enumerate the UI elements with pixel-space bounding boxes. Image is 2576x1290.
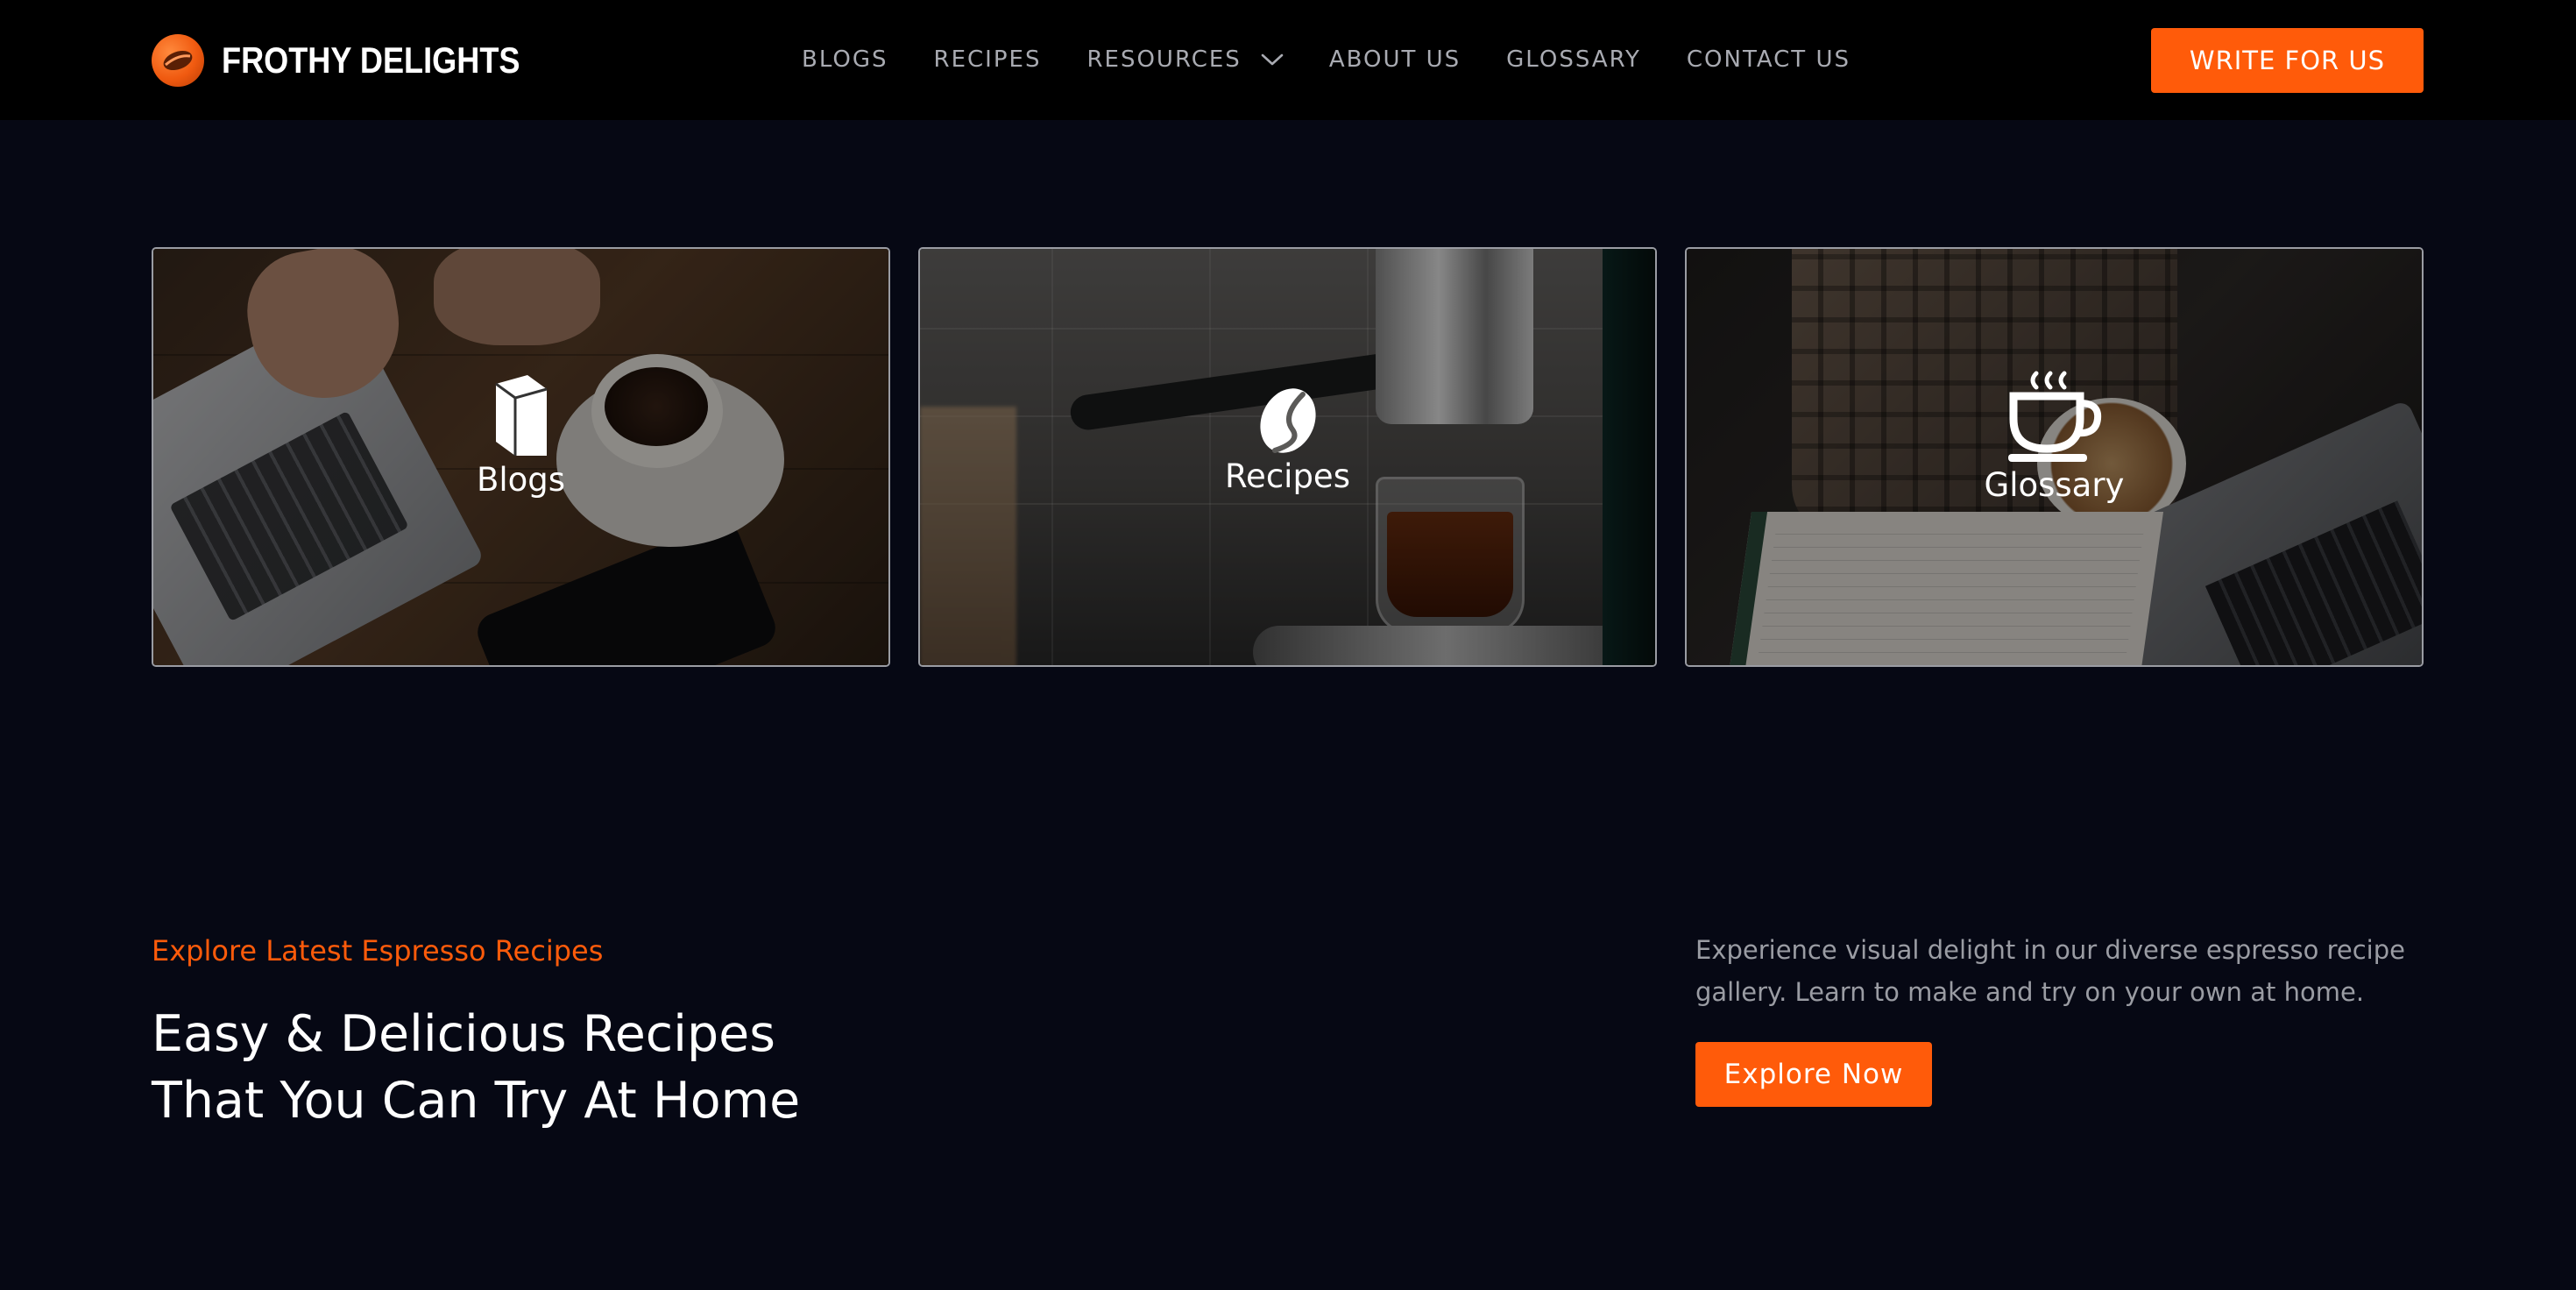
nav-item-blogs[interactable]: BLOGS xyxy=(802,46,888,73)
section-eyebrow: Explore Latest Espresso Recipes xyxy=(152,934,604,968)
card-blogs-content: Blogs xyxy=(153,372,888,499)
brand-name: FROTHY DELIGHTS xyxy=(222,39,520,81)
card-recipes-label: Recipes xyxy=(1225,457,1350,495)
coffee-bean-icon xyxy=(1259,388,1316,453)
card-recipes[interactable]: Recipes xyxy=(918,247,1657,667)
headline-line-2: That You Can Try At Home xyxy=(152,1072,801,1130)
brand-logo[interactable]: FROTHY DELIGHTS xyxy=(152,33,569,88)
nav-item-resources-label: RESOURCES xyxy=(1086,46,1242,73)
headline-line-1: Easy & Delicious Recipes xyxy=(152,1005,775,1063)
coffee-cup-icon xyxy=(2007,371,2101,462)
section-headline: Easy & Delicious Recipes That You Can Tr… xyxy=(152,1001,800,1134)
card-blogs-label: Blogs xyxy=(476,461,566,499)
coffee-bean-icon xyxy=(152,34,204,87)
nav-item-resources[interactable]: RESOURCES xyxy=(1086,46,1284,73)
write-for-us-button[interactable]: WRITE FOR US xyxy=(2151,28,2424,93)
card-glossary-content: Glossary xyxy=(1687,368,2422,504)
card-blogs[interactable]: Blogs xyxy=(152,247,890,667)
explore-now-button[interactable]: Explore Now xyxy=(1695,1042,1932,1107)
nav-item-recipes[interactable]: RECIPES xyxy=(934,46,1042,73)
nav-item-glossary[interactable]: GLOSSARY xyxy=(1506,46,1641,73)
card-recipes-content: Recipes xyxy=(920,386,1655,495)
card-glossary[interactable]: Glossary xyxy=(1685,247,2424,667)
nav-item-about-us[interactable]: ABOUT US xyxy=(1329,46,1461,73)
book-icon xyxy=(494,375,547,456)
nav-item-contact-us[interactable]: CONTACT US xyxy=(1687,46,1851,73)
main-nav: BLOGS RECIPES RESOURCES ABOUT US GLOSSAR… xyxy=(802,42,1851,77)
section-description: Experience visual delight in our diverse… xyxy=(1695,935,2405,1007)
site-header: FROTHY DELIGHTS BLOGS RECIPES RESOURCES … xyxy=(0,0,2576,120)
chevron-down-icon xyxy=(1261,53,1284,66)
card-glossary-label: Glossary xyxy=(1984,466,2125,504)
